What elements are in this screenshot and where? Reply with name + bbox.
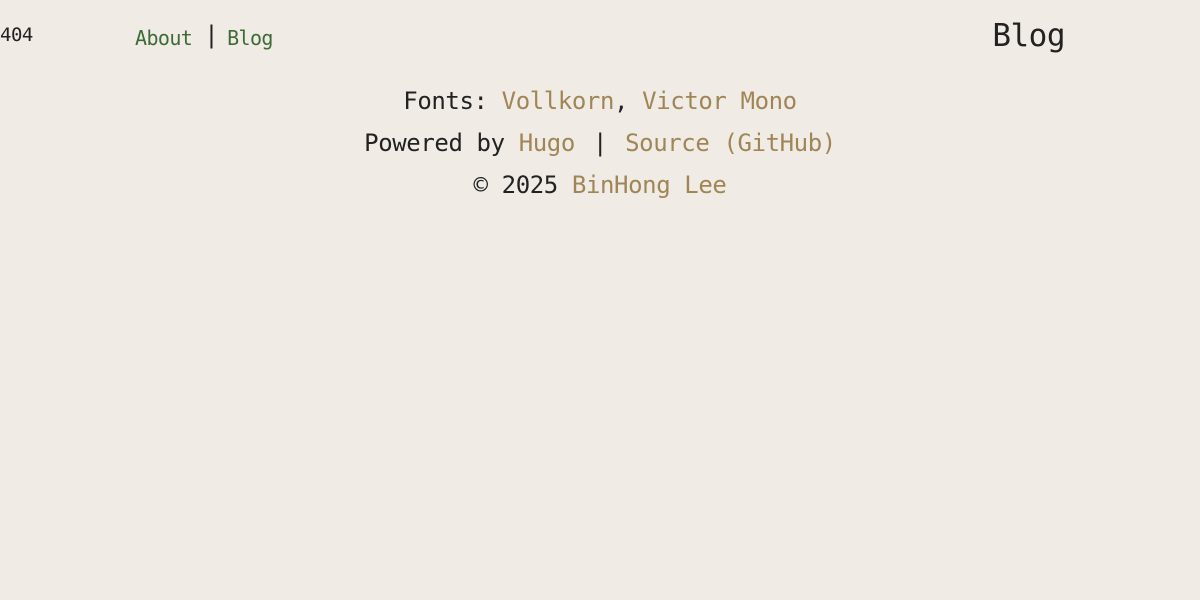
footer-powered-line: Powered by Hugo | Source (GitHub) (0, 126, 1200, 168)
footer-copyright-line: © 2025 BinHong Lee (0, 168, 1200, 210)
page-code-404: 404 (0, 24, 33, 46)
nav-link-about[interactable]: About (135, 26, 193, 50)
font-link-victor-mono[interactable]: Victor Mono (642, 87, 797, 115)
site-title: Blog (992, 18, 1065, 54)
nav-separator: | (204, 21, 219, 49)
fonts-separator: , (614, 87, 629, 115)
powered-separator: | (592, 129, 608, 157)
source-github-link[interactable]: Source (GitHub) (625, 129, 836, 157)
author-link[interactable]: BinHong Lee (572, 171, 727, 199)
site-footer: Fonts: Vollkorn, Victor Mono Powered by … (0, 84, 1200, 210)
top-navigation: About | Blog (135, 21, 273, 52)
copyright-prefix: © 2025 (473, 171, 572, 199)
footer-fonts-line: Fonts: Vollkorn, Victor Mono (0, 84, 1200, 126)
nav-link-blog[interactable]: Blog (227, 26, 273, 50)
hugo-link[interactable]: Hugo (519, 129, 576, 157)
fonts-prefix: Fonts: (403, 87, 502, 115)
powered-prefix: Powered by (364, 129, 519, 157)
font-link-vollkorn[interactable]: Vollkorn (502, 87, 615, 115)
